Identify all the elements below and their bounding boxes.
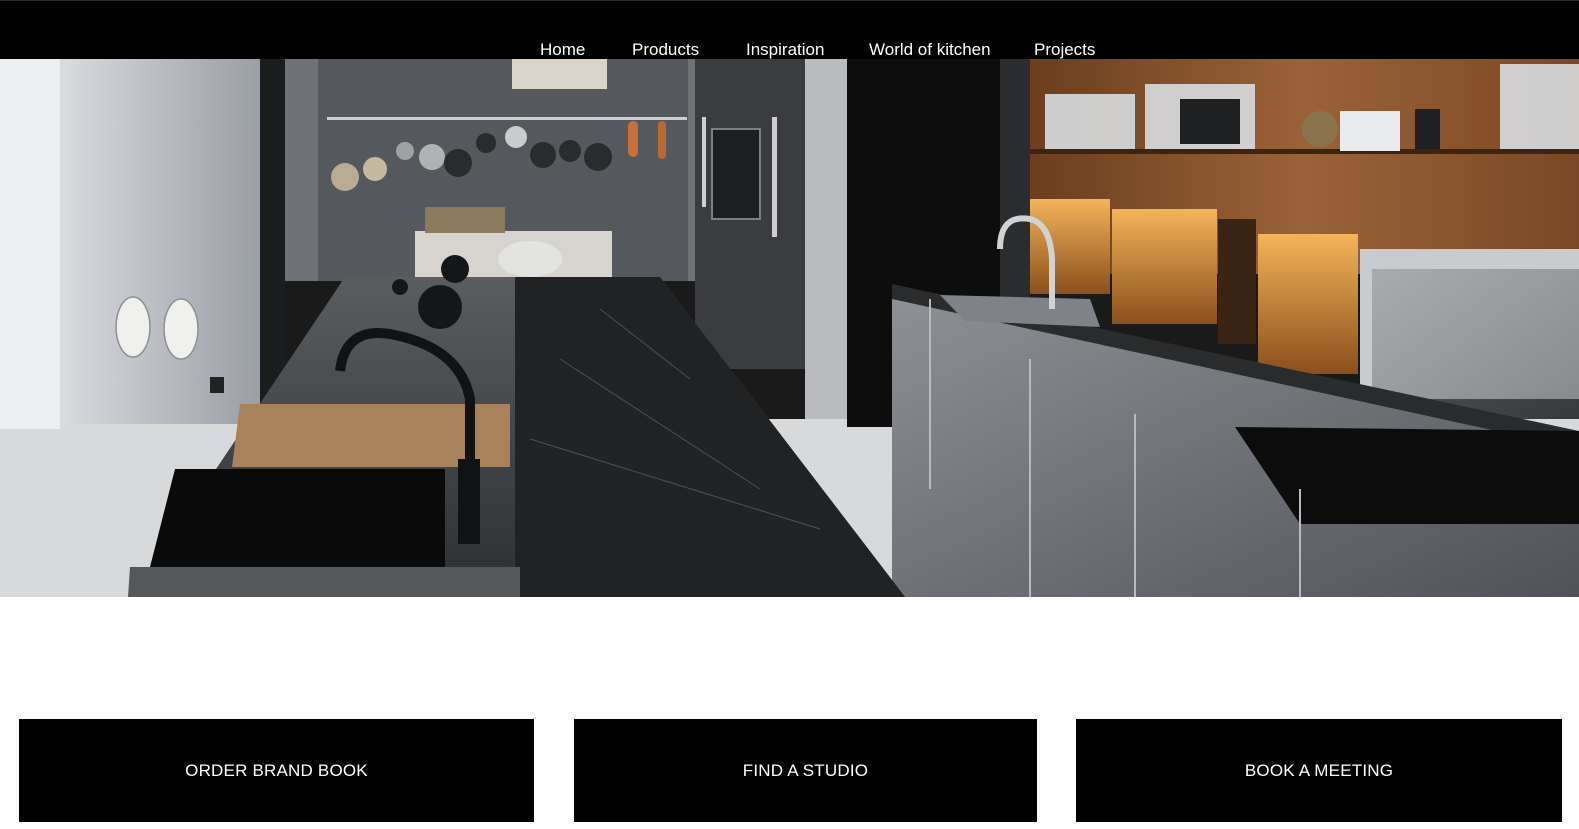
book-a-meeting-label: BOOK A MEETING xyxy=(1244,760,1394,780)
kitchen-illustration xyxy=(0,59,1579,597)
book-a-meeting-button[interactable]: BOOK A MEETING xyxy=(1076,719,1562,822)
find-a-studio-button[interactable]: FIND A STUDIO xyxy=(574,719,1037,822)
order-brand-book-label: ORDER BRAND BOOK xyxy=(185,760,368,780)
find-a-studio-label: FIND A STUDIO xyxy=(742,760,869,780)
top-navigation-bar: Home Products Inspiration World of kitch… xyxy=(0,0,1579,59)
nav-projects-link[interactable]: Projects xyxy=(1034,40,1095,60)
order-brand-book-button[interactable]: ORDER BRAND BOOK xyxy=(19,719,534,822)
nav-home-link[interactable]: Home xyxy=(540,40,585,60)
nav-inspiration-link[interactable]: Inspiration xyxy=(746,40,824,60)
nav-world-of-kitchen-link[interactable]: World of kitchen xyxy=(869,40,991,60)
main-nav: Home Products Inspiration World of kitch… xyxy=(0,40,1579,60)
nav-products-link[interactable]: Products xyxy=(632,40,699,60)
hero-kitchen-image xyxy=(0,59,1579,597)
